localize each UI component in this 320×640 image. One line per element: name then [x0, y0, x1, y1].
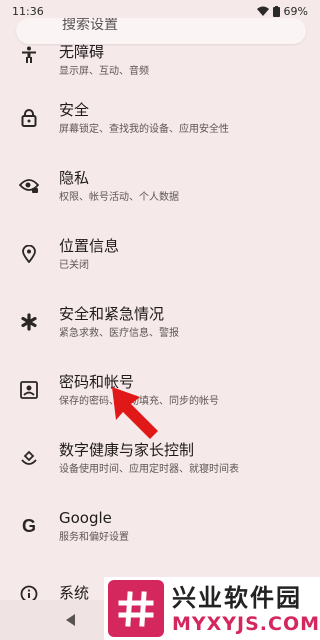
search-input-placeholder: 搜索设置 [62, 18, 118, 33]
battery-percent: 69% [283, 4, 308, 18]
watermark-logo: 兴业软件园 MYXYJS.COM [104, 577, 320, 640]
settings-item-google[interactable]: G Google 服务和偏好设置 [0, 492, 320, 560]
item-title: 安全 [59, 100, 90, 119]
item-title: 安全和紧急情况 [59, 304, 165, 323]
settings-item-privacy[interactable]: 隐私 权限、帐号活动、个人数据 [0, 152, 320, 220]
watermark-hash-icon [108, 580, 164, 637]
settings-item-location[interactable]: 位置信息 已关闭 [0, 220, 320, 288]
item-subtitle: 权限、帐号活动、个人数据 [59, 191, 179, 203]
item-subtitle: 服务和偏好设置 [59, 531, 129, 543]
status-time: 11:36 [12, 4, 44, 18]
item-subtitle: 设备使用时间、应用定时器、就寝时间表 [59, 463, 239, 475]
account-box-icon [18, 379, 40, 401]
item-subtitle: 屏幕锁定、查找我的设备、应用安全性 [59, 123, 229, 135]
settings-item-safety-emergency[interactable]: 安全和紧急情况 紧急求救、医疗信息、警报 [0, 288, 320, 356]
item-title: Google [59, 508, 112, 527]
item-subtitle: 显示屏、互动、音频 [59, 66, 149, 77]
status-icons: 69% [256, 4, 308, 18]
search-bar[interactable]: 搜索设置 [16, 18, 306, 44]
item-title: 密码和帐号 [59, 372, 135, 391]
settings-list: 无障碍 显示屏、互动、音频 安全 屏幕锁定、查找我的设备、应用安全性 隐私 权限… [0, 42, 320, 628]
accessibility-icon [18, 44, 40, 66]
item-subtitle: 保存的密码、自动填充、同步的帐号 [59, 395, 219, 407]
privacy-eye-icon [18, 175, 40, 197]
item-title: 位置信息 [59, 236, 120, 255]
settings-item-security[interactable]: 安全 屏幕锁定、查找我的设备、应用安全性 [0, 84, 320, 152]
asterisk-icon [18, 311, 40, 333]
google-g-icon: G [21, 515, 36, 536]
back-triangle-icon[interactable] [66, 614, 75, 626]
watermark-title: 兴业软件园 [171, 583, 302, 612]
wifi-icon [256, 6, 269, 16]
watermark-url: MYXYJS.COM [171, 612, 320, 635]
item-title: 隐私 [59, 168, 90, 187]
item-subtitle: 紧急求救、医疗信息、警报 [59, 327, 179, 339]
wellbeing-icon [18, 447, 40, 469]
location-pin-icon [18, 243, 40, 265]
annotation-arrow-icon [112, 387, 158, 439]
battery-icon [272, 5, 280, 17]
item-title: 无障碍 [59, 43, 105, 61]
item-title: 数字健康与家长控制 [59, 440, 195, 459]
settings-item-accessibility[interactable]: 无障碍 显示屏、互动、音频 [0, 42, 320, 84]
item-subtitle: 已关闭 [59, 259, 89, 271]
lock-icon [18, 107, 40, 129]
